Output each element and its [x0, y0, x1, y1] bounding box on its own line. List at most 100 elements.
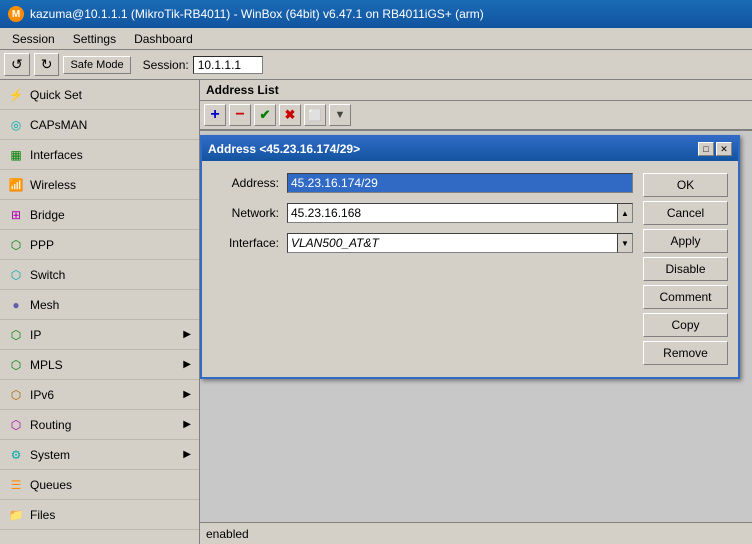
sidebar-item-ppp[interactable]: ⬡ PPP — [0, 230, 199, 260]
network-arrow-button[interactable]: ▲ — [617, 203, 633, 223]
sidebar-item-capsman[interactable]: ◎ CAPsMAN — [0, 110, 199, 140]
sidebar-item-routing[interactable]: ⬡ Routing ▶ — [0, 410, 199, 440]
cancel-button[interactable]: Cancel — [643, 201, 728, 225]
enable-button[interactable]: ✔ — [254, 104, 276, 126]
network-input-wrapper: ▲ — [287, 203, 633, 223]
queues-icon: ☰ — [8, 477, 24, 493]
address-dialog: Address <45.23.16.174/29> □ ✕ Address: N… — [200, 135, 740, 379]
session-label: Session: — [143, 58, 189, 72]
sidebar-label-queues: Queues — [30, 478, 72, 492]
sidebar-label-routing: Routing — [30, 418, 71, 432]
copy-toolbar-button[interactable]: ⬜ — [304, 104, 326, 126]
remove-button[interactable]: Remove — [643, 341, 728, 365]
content-area: Address List + − ✔ ✖ ⬜ ▼ Address <45.23.… — [200, 80, 752, 544]
sidebar-label-mesh: Mesh — [30, 298, 59, 312]
undo-icon: ↺ — [11, 56, 23, 73]
sidebar-label-bridge: Bridge — [30, 208, 65, 222]
status-text: enabled — [206, 527, 249, 541]
sidebar-label-ppp: PPP — [30, 238, 54, 252]
menu-bar: Session Settings Dashboard — [0, 28, 752, 50]
network-field-row: Network: ▲ — [212, 203, 633, 223]
sidebar-label-mpls: MPLS — [30, 358, 63, 372]
dialog-body: Address: Network: ▲ Interface: — [202, 161, 738, 377]
dialog-buttons: OK Cancel Apply Disable Comment Copy Rem… — [643, 173, 728, 365]
files-icon: 📁 — [8, 507, 24, 523]
address-list-title: Address List — [206, 83, 279, 97]
interface-field-row: Interface: ▼ — [212, 233, 633, 253]
system-icon: ⚙ — [8, 447, 24, 463]
interface-dropdown-button[interactable]: ▼ — [617, 233, 633, 253]
sidebar-item-ipv6[interactable]: ⬡ IPv6 ▶ — [0, 380, 199, 410]
sidebar-item-files[interactable]: 📁 Files — [0, 500, 199, 530]
content-toolbar: + − ✔ ✖ ⬜ ▼ — [200, 101, 752, 131]
network-input[interactable] — [287, 203, 617, 223]
app-icon: M — [8, 6, 24, 22]
dialog-fields: Address: Network: ▲ Interface: — [212, 173, 633, 365]
sidebar-item-switch[interactable]: ⬡ Switch — [0, 260, 199, 290]
address-field-row: Address: — [212, 173, 633, 193]
quick-set-icon: ⚡ — [8, 87, 24, 103]
dialog-close-button[interactable]: ✕ — [716, 142, 732, 156]
ipv6-arrow-icon: ▶ — [183, 389, 191, 400]
sidebar-label-switch: Switch — [30, 268, 65, 282]
session-value: 10.1.1.1 — [193, 56, 263, 74]
sidebar-item-wireless[interactable]: 📶 Wireless — [0, 170, 199, 200]
sidebar-label-ip: IP — [30, 328, 41, 342]
sidebar-item-bridge[interactable]: ⊞ Bridge — [0, 200, 199, 230]
undo-button[interactable]: ↺ — [4, 53, 30, 76]
sidebar-label-interfaces: Interfaces — [30, 148, 83, 162]
disable-button[interactable]: ✖ — [279, 104, 301, 126]
sidebar-item-quick-set[interactable]: ⚡ Quick Set — [0, 80, 199, 110]
title-bar: M kazuma@10.1.1.1 (MikroTik-RB4011) - Wi… — [0, 0, 752, 28]
address-list-header: Address List — [200, 80, 752, 101]
delete-button[interactable]: − — [229, 104, 251, 126]
sidebar-label-wireless: Wireless — [30, 178, 76, 192]
bridge-icon: ⊞ — [8, 207, 24, 223]
dialog-restore-button[interactable]: □ — [698, 142, 714, 156]
sidebar-item-interfaces[interactable]: ▦ Interfaces — [0, 140, 199, 170]
interface-input-wrapper: ▼ — [287, 233, 633, 253]
filter-button[interactable]: ▼ — [329, 104, 351, 126]
dialog-title: Address <45.23.16.174/29> — [208, 142, 360, 156]
redo-icon: ↻ — [41, 56, 53, 73]
address-label: Address: — [212, 176, 287, 190]
menu-settings[interactable]: Settings — [65, 31, 124, 47]
sidebar-item-mpls[interactable]: ⬡ MPLS ▶ — [0, 350, 199, 380]
main-toolbar: ↺ ↻ Safe Mode Session: 10.1.1.1 — [0, 50, 752, 80]
safe-mode-button[interactable]: Safe Mode — [63, 56, 130, 74]
capsman-icon: ◎ — [8, 117, 24, 133]
interface-input[interactable] — [287, 233, 617, 253]
menu-session[interactable]: Session — [4, 31, 63, 47]
switch-icon: ⬡ — [8, 267, 24, 283]
add-button[interactable]: + — [204, 104, 226, 126]
sidebar-label-system: System — [30, 448, 70, 462]
wireless-icon: 📶 — [8, 177, 24, 193]
dialog-disable-button[interactable]: Disable — [643, 257, 728, 281]
sidebar-item-system[interactable]: ⚙ System ▶ — [0, 440, 199, 470]
comment-button[interactable]: Comment — [643, 285, 728, 309]
ok-button[interactable]: OK — [643, 173, 728, 197]
system-arrow-icon: ▶ — [183, 449, 191, 460]
redo-button[interactable]: ↻ — [34, 53, 60, 76]
routing-icon: ⬡ — [8, 417, 24, 433]
sidebar-label-ipv6: IPv6 — [30, 388, 54, 402]
interface-label: Interface: — [212, 236, 287, 250]
ppp-icon: ⬡ — [8, 237, 24, 253]
sidebar-item-queues[interactable]: ☰ Queues — [0, 470, 199, 500]
sidebar-label-quick-set: Quick Set — [30, 88, 82, 102]
sidebar: ⚡ Quick Set ◎ CAPsMAN ▦ Interfaces 📶 Wir… — [0, 80, 200, 544]
ipv6-icon: ⬡ — [8, 387, 24, 403]
sidebar-item-mesh[interactable]: ● Mesh — [0, 290, 199, 320]
title-bar-text: kazuma@10.1.1.1 (MikroTik-RB4011) - WinB… — [30, 7, 484, 21]
mpls-arrow-icon: ▶ — [183, 359, 191, 370]
sidebar-item-ip[interactable]: ⬡ IP ▶ — [0, 320, 199, 350]
copy-button[interactable]: Copy — [643, 313, 728, 337]
mesh-icon: ● — [8, 297, 24, 313]
routing-arrow-icon: ▶ — [183, 419, 191, 430]
ip-arrow-icon: ▶ — [183, 329, 191, 340]
apply-button[interactable]: Apply — [643, 229, 728, 253]
sidebar-label-capsman: CAPsMAN — [30, 118, 87, 132]
address-input[interactable] — [287, 173, 633, 193]
mpls-icon: ⬡ — [8, 357, 24, 373]
menu-dashboard[interactable]: Dashboard — [126, 31, 201, 47]
